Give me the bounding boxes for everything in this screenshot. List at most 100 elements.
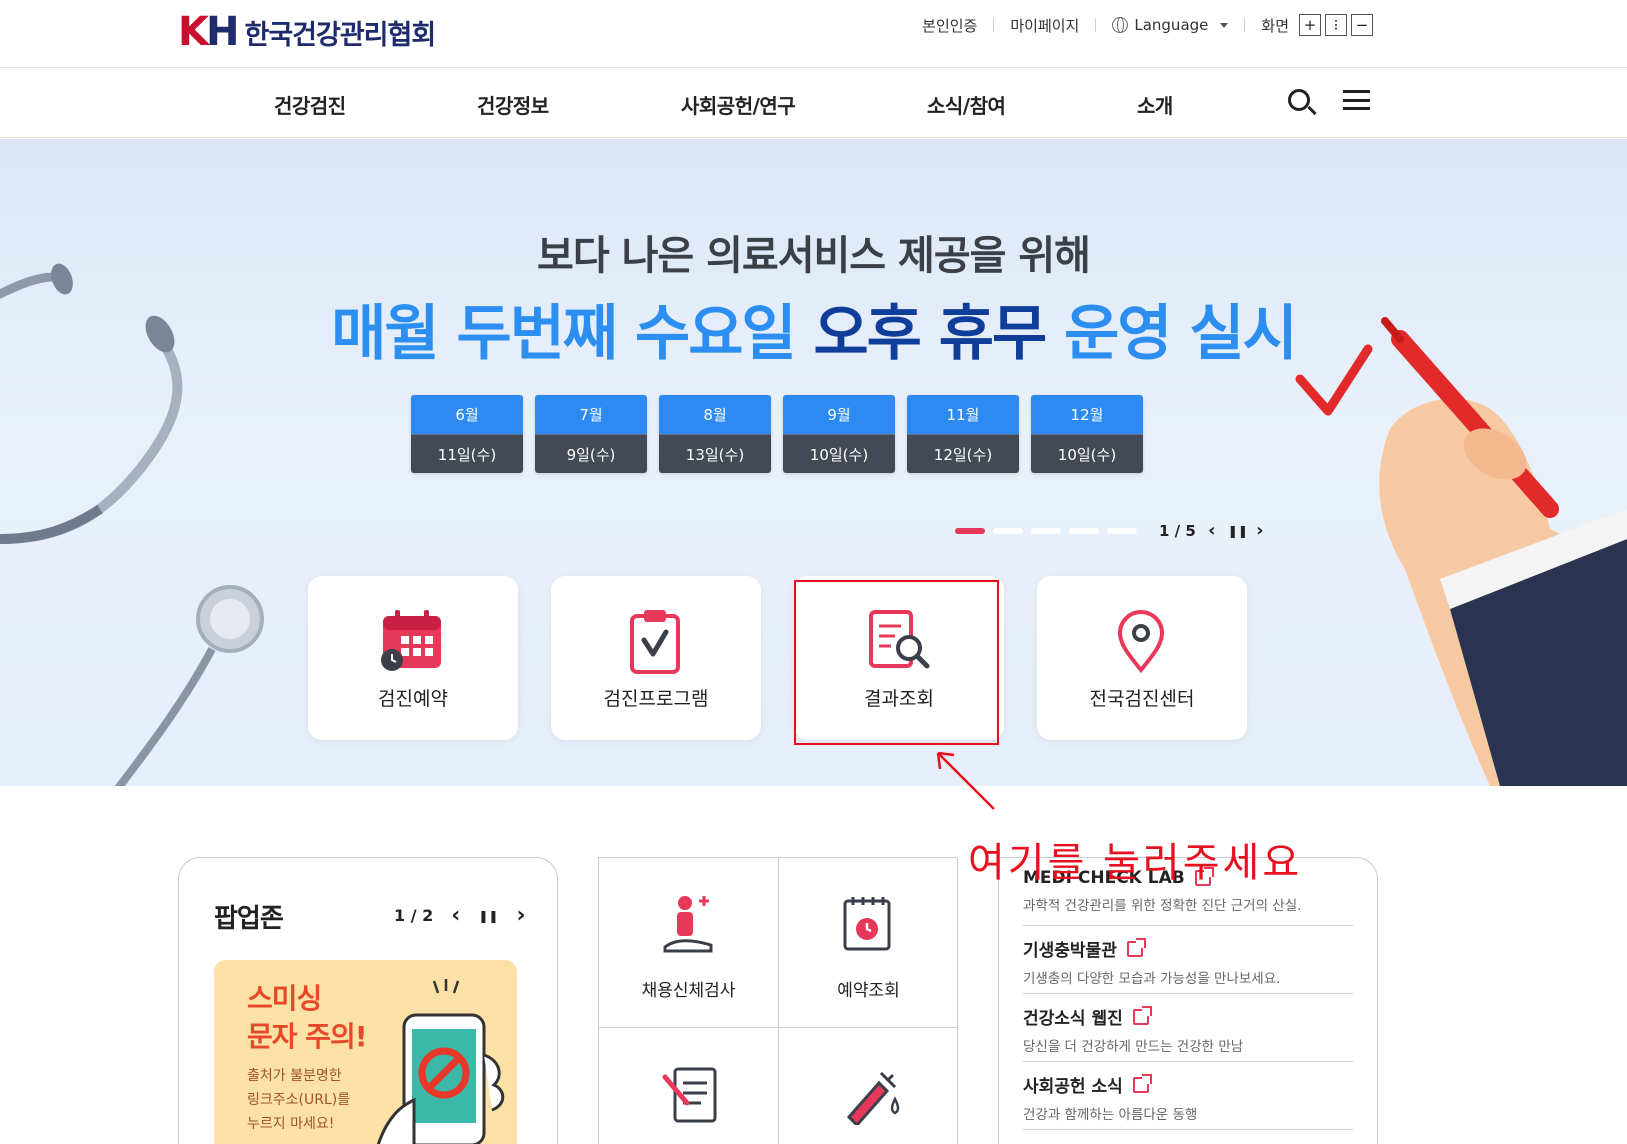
quick-menu-label: 전국검진센터 [1089,688,1195,710]
calendar-icon [381,610,441,671]
prev-slide-button[interactable]: ‹ [1204,520,1220,541]
next-slide-button[interactable]: › [1252,520,1268,541]
quick-menu-label: 검진예약 [378,688,448,710]
main-nav: 건강검진 건강정보 사회공헌/연구 소식/참여 소개 [0,68,1627,138]
closed-dates: 6월 11일(수) 7월 9일(수) 8월 13일(수) 9월 10일(수) 11월 12… [411,395,1143,473]
date-day: 11일(수) [411,434,523,473]
nav-item-about[interactable]: 소개 [1137,90,1173,119]
pager-dot[interactable] [955,527,985,534]
service-label: 채용신체검사 [641,981,736,1001]
date-card: 11월 12일(수) [907,395,1019,473]
date-card: 6월 11일(수) [411,395,523,473]
date-month: 9월 [783,395,895,434]
popup-banner-desc-line: 출처가 불분명한 [247,1068,342,1084]
link-desc: 당신을 더 건강하게 만드는 건강한 만남 [1023,1039,1244,1055]
quick-menu-centers[interactable]: 전국검진센터 [1037,576,1247,740]
service-reservation-lookup[interactable]: 예약조회 [779,858,958,1028]
document-pen-icon [662,1067,717,1123]
nav-item-checkup[interactable]: 건강검진 [274,90,346,119]
top-header: KH 한국건강관리협회 본인인증 마이페이지 Language 화면 + ⁝ − [0,0,1627,68]
logo-mark: KH [178,9,240,55]
pager-dot[interactable] [1031,527,1061,534]
link-social-news[interactable]: 사회공헌 소식 건강과 함께하는 아름다운 동행 [1023,1062,1353,1130]
hero-title: 매월 두번째 수요일 오후 휴무 운영 실시 [0,285,1627,372]
verify-link[interactable]: 본인인증 [922,15,977,36]
annotation-arrow-icon [936,751,995,810]
link-health-webzine[interactable]: 건강소식 웹진 당신을 더 건강하게 만드는 건강한 만남 [1023,994,1353,1062]
date-month: 6월 [411,395,523,434]
calendar-clock-icon [843,897,891,951]
zoom-in-button[interactable]: + [1299,14,1321,36]
service-documents[interactable] [599,1028,778,1144]
popup-pause-button[interactable]: ❚❚ [478,909,498,923]
nav-item-health-info[interactable]: 건강정보 [477,90,549,119]
pager-count: 1 / 5 [1159,521,1196,540]
divider [1244,18,1246,32]
popup-pager: 1 / 2 ‹ ❚❚ › [394,903,526,928]
person-health-icon [663,896,713,953]
link-desc: 건강과 함께하는 아름다운 동행 [1023,1107,1198,1123]
globe-icon [1112,17,1129,33]
related-links: MEDI CHECK LAB 과학적 건강관리를 위한 정확한 진단 근거의 산… [998,857,1378,1144]
popup-banner-title-line: 스미싱 [247,982,322,1015]
external-link-icon [1126,937,1146,957]
pager-dot[interactable] [993,527,1023,534]
date-month: 7월 [535,395,647,434]
link-desc: 기생충의 다양한 모습과 가능성을 만나보세요. [1023,971,1281,987]
quick-menu-program[interactable]: 검진프로그램 [551,576,761,740]
hero-title-part3: 운영 실시 [1045,299,1298,369]
language-label: Language [1134,16,1209,34]
date-card: 9월 10일(수) [783,395,895,473]
external-link-icon [1132,1073,1152,1093]
link-parasite-museum[interactable]: 기생충박물관 기생충의 다양한 모습과 가능성을 만나보세요. [1023,926,1353,994]
date-day: 9일(수) [535,434,647,473]
popup-banner-desc-line: 링크주소(URL)를 [247,1092,351,1108]
date-card: 8월 13일(수) [659,395,771,473]
date-day: 10일(수) [783,434,895,473]
popup-banner-title-line: 문자 주의! [247,1020,368,1053]
search-icon[interactable] [1288,89,1310,111]
popup-next-button[interactable]: › [516,903,525,928]
date-card: 7월 9일(수) [535,395,647,473]
date-day: 13일(수) [659,434,771,473]
nav-item-news[interactable]: 소식/참여 [927,90,1006,119]
zoom-out-button[interactable]: − [1351,14,1373,36]
divider [1095,18,1097,32]
date-day: 12일(수) [907,434,1019,473]
mypage-link[interactable]: 마이페이지 [1010,15,1079,36]
service-employment-exam[interactable]: 채용신체검사 [599,858,778,1028]
external-link-icon [1132,1005,1152,1025]
popup-banner-title: 스미싱 문자 주의! [247,980,368,1056]
annotation-highlight-box [794,580,999,745]
pager-dot[interactable] [1069,527,1099,534]
zoom-controls: + ⁝ − [1299,14,1373,36]
site-logo[interactable]: KH 한국건강관리협회 [178,9,436,55]
quick-menu-reservation[interactable]: 검진예약 [308,576,518,740]
link-title: 기생충박물관 [1023,941,1117,961]
popup-count: 1 / 2 [394,906,434,925]
pager-dot[interactable] [1107,527,1137,534]
date-month: 8월 [659,395,771,434]
popup-zone: 팝업존 1 / 2 ‹ ❚❚ › 스미싱 문자 주의! 출처가 불분명한 링크주… [178,857,558,1144]
date-day: 10일(수) [1031,434,1143,473]
hero-title-part2: 오후 휴무 [813,299,1047,369]
logo-text: 한국건강관리협회 [244,19,436,51]
popup-prev-button[interactable]: ‹ [451,903,460,928]
pause-slide-button[interactable]: ❚❚ [1228,524,1248,538]
caret-down-icon [1220,22,1229,28]
hamburger-menu-icon[interactable] [1343,90,1370,110]
hero-title-part1: 매월 두번째 수요일 [331,299,814,369]
date-month: 11월 [907,395,1019,434]
link-desc: 과학적 건강관리를 위한 정확한 진단 근거의 산실. [1023,898,1302,914]
popup-banner-desc: 출처가 불분명한 링크주소(URL)를 누르지 마세요! [247,1064,350,1136]
location-pin-icon [1117,610,1165,674]
language-select[interactable]: Language [1112,16,1229,34]
hero-subtitle: 보다 나은 의료서비스 제공을 위해 [537,233,1091,279]
nav-item-social[interactable]: 사회공헌/연구 [681,90,796,119]
zoom-reset-button[interactable]: ⁝ [1325,14,1347,36]
popup-banner-desc-line: 누르지 마세요! [247,1116,335,1132]
link-title: 건강소식 웹진 [1023,1009,1123,1029]
service-blood-test[interactable] [779,1028,958,1144]
annotation-text: 여기를 눌러주세요 [968,840,1303,886]
popup-banner-smishing[interactable]: 스미싱 문자 주의! 출처가 불분명한 링크주소(URL)를 누르지 마세요! [214,960,517,1144]
